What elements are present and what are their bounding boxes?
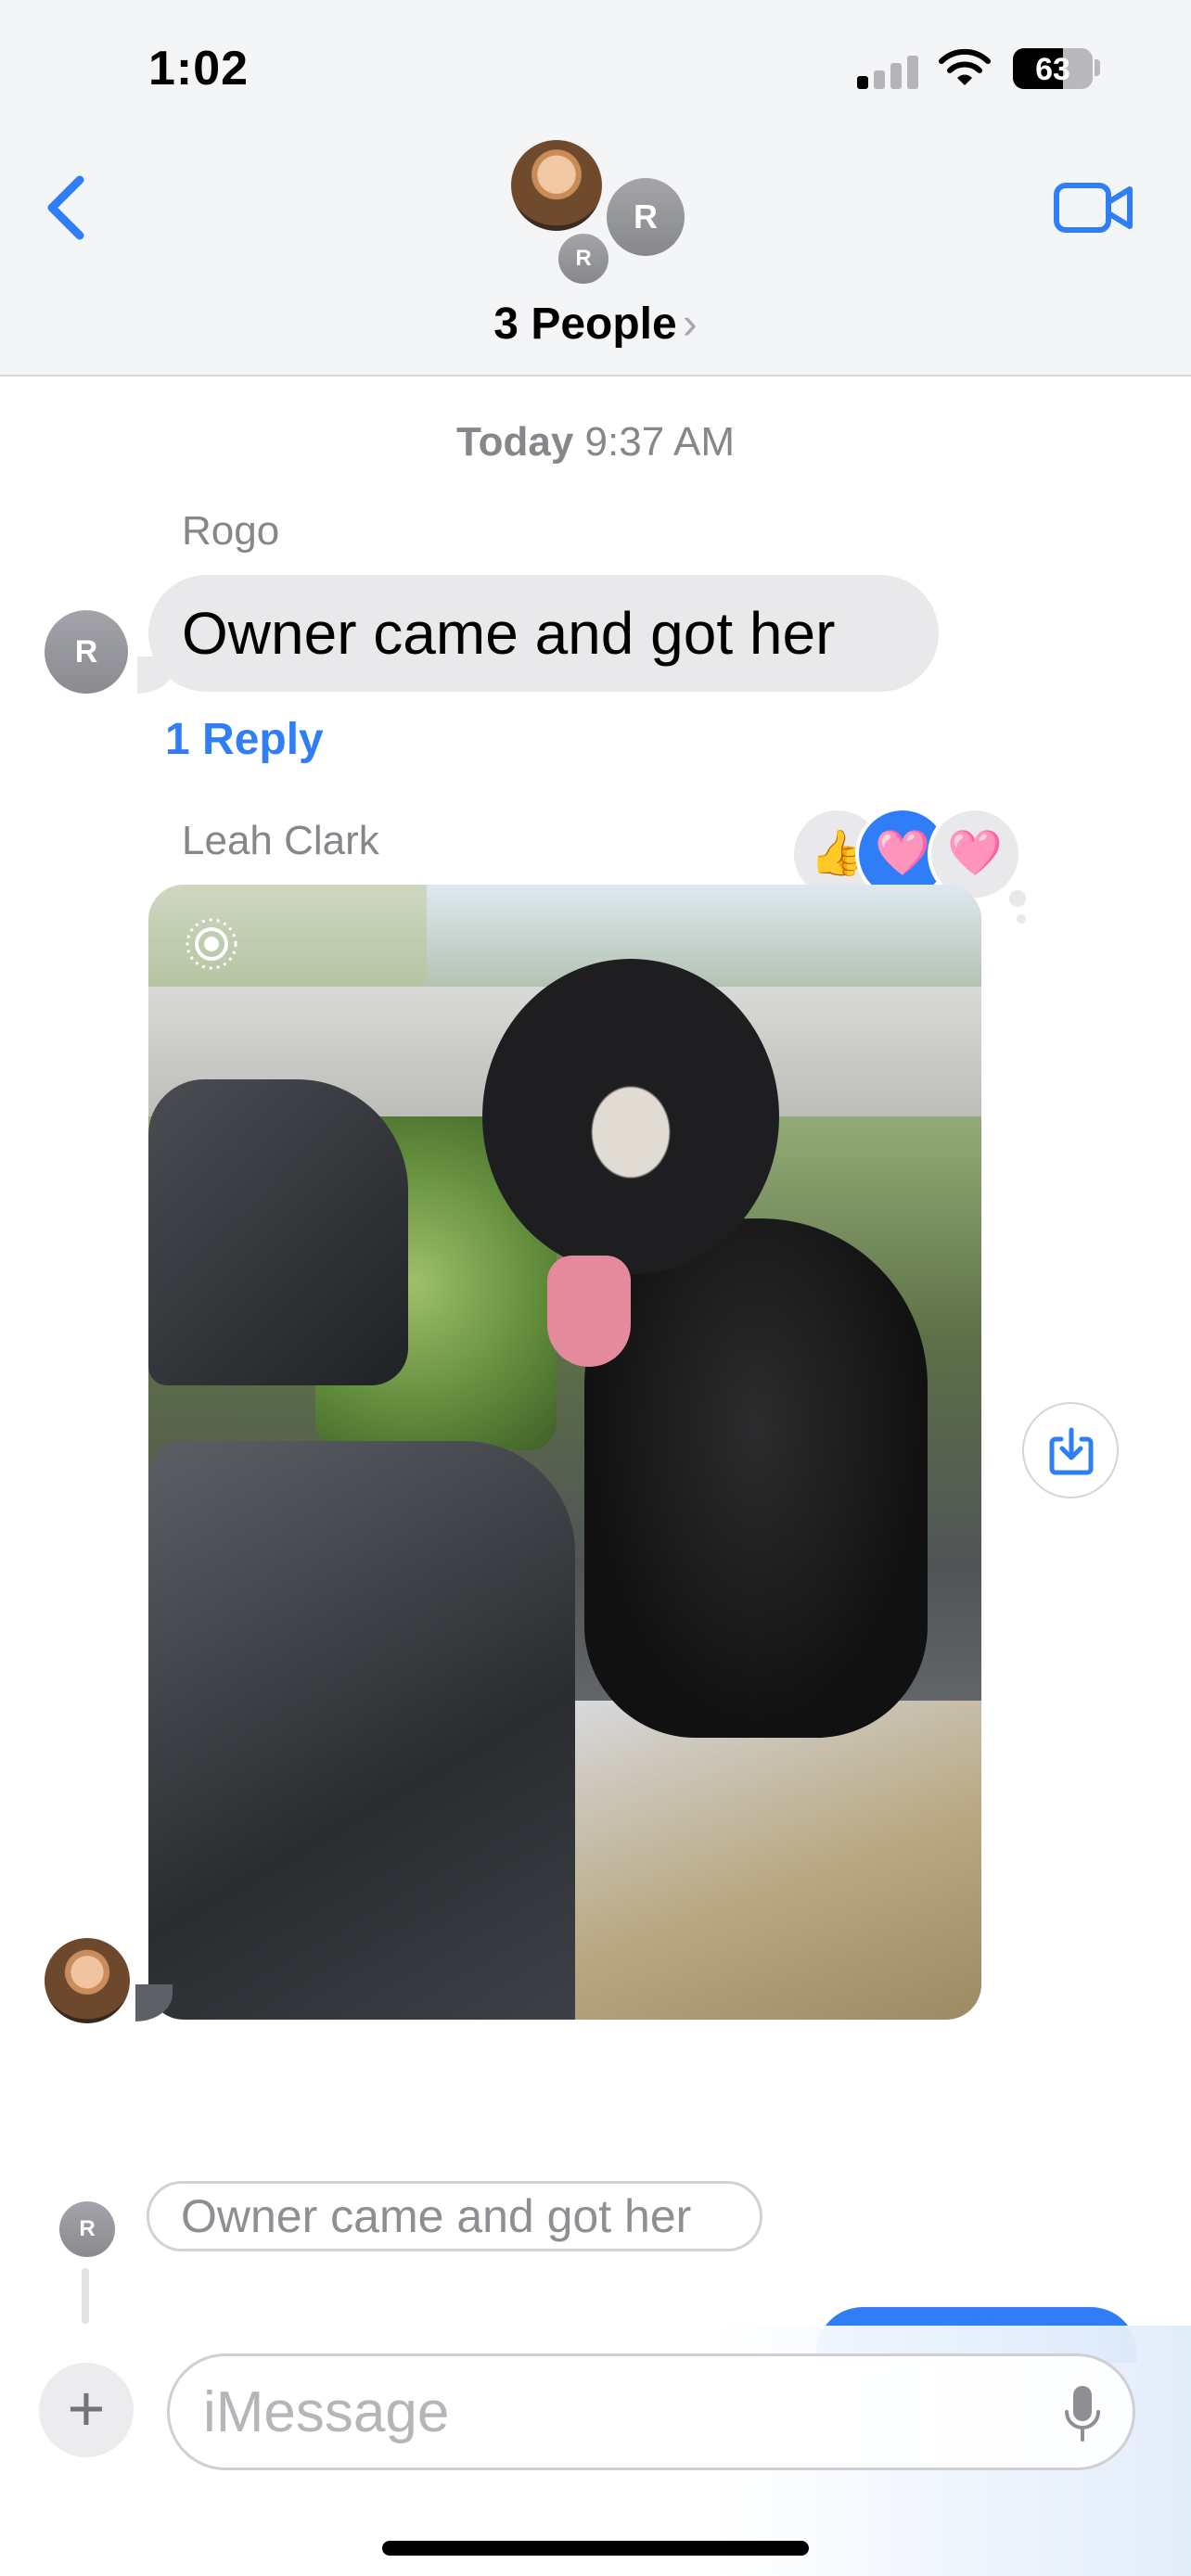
- message-timestamp: Today 9:37 AM: [0, 419, 1191, 465]
- timestamp-time: 9:37 AM: [584, 419, 735, 465]
- battery-percent: 63: [1035, 52, 1070, 87]
- sender-name: Rogo: [182, 508, 280, 554]
- add-attachment-button[interactable]: +: [39, 2363, 134, 2457]
- home-indicator: [382, 2541, 809, 2556]
- sender-name: Leah Clark: [182, 818, 379, 863]
- wifi-icon: [939, 48, 991, 85]
- avatar-r-large: R: [603, 174, 688, 260]
- avatar-r-small: R: [555, 230, 612, 287]
- battery-icon: 63: [1013, 48, 1093, 89]
- thread-line: [82, 2268, 89, 2324]
- thread-preview-bubble[interactable]: Owner came and got her: [147, 2181, 762, 2251]
- group-title-text: 3 People: [493, 300, 677, 349]
- group-title[interactable]: 3 People ›: [0, 299, 1191, 350]
- photo-headrest: [148, 1079, 408, 1385]
- avatar[interactable]: R: [45, 610, 128, 694]
- photo-dog-tongue: [547, 1256, 631, 1367]
- video-camera-icon[interactable]: [1054, 182, 1133, 234]
- photo-attachment[interactable]: [148, 885, 981, 2020]
- chevron-right-icon: ›: [682, 300, 698, 349]
- signal-icon: [857, 54, 920, 89]
- save-download-icon: [1049, 1427, 1094, 1475]
- battery-cap: [1095, 59, 1100, 76]
- conversation-header: 1:02 63 R R 3 People ›: [0, 0, 1191, 376]
- microphone-icon[interactable]: [1064, 2384, 1101, 2443]
- live-photo-icon[interactable]: [184, 916, 239, 972]
- imessage-field[interactable]: [167, 2353, 1135, 2470]
- reaction-tail-dot: [1017, 914, 1026, 924]
- reaction-tail-dot: [1009, 890, 1026, 907]
- group-avatars[interactable]: R R: [508, 137, 688, 295]
- message-bubble[interactable]: Owner came and got her: [148, 575, 939, 692]
- timestamp-day: Today: [456, 419, 574, 465]
- composer-bar: +: [0, 2326, 1191, 2576]
- message-input[interactable]: [203, 2369, 1019, 2455]
- reply-link[interactable]: 1 Reply: [165, 714, 324, 765]
- save-button[interactable]: [1022, 1402, 1119, 1498]
- status-time: 1:02: [148, 42, 250, 96]
- avatar-leah: [508, 137, 605, 234]
- thread-avatar: R: [59, 2201, 115, 2257]
- back-chevron-icon[interactable]: [43, 174, 89, 241]
- photo-dog-head: [482, 959, 779, 1274]
- photo-seat: [148, 1441, 575, 2020]
- photo-bag: [575, 1701, 981, 2020]
- photo-dog-body: [584, 1218, 928, 1738]
- avatar[interactable]: [45, 1938, 130, 2023]
